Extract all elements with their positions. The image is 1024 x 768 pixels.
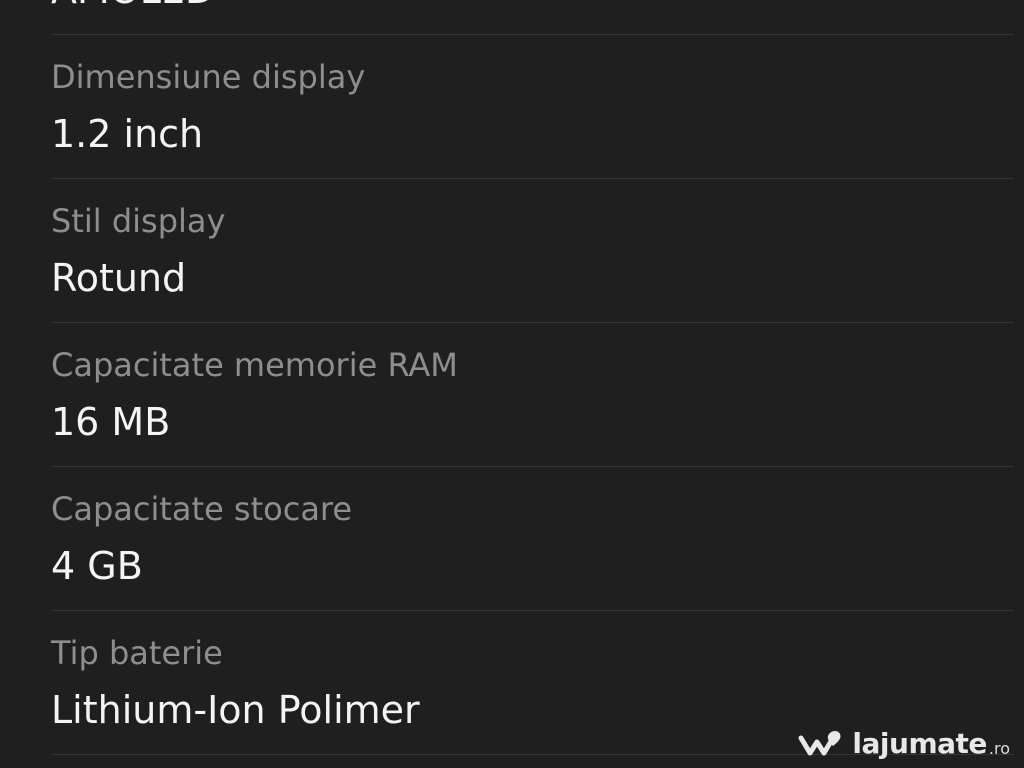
specifications-list: AMOLED Dimensiune display 1.2 inch Stil … <box>51 0 1014 755</box>
spec-sheet-page: AMOLED Dimensiune display 1.2 inch Stil … <box>0 0 1024 768</box>
watermark-brand: lajumate <box>852 727 987 760</box>
spec-value: 4 GB <box>51 544 143 588</box>
spec-row-storage: Capacitate stocare 4 GB <box>51 467 1014 611</box>
spec-label: Tip baterie <box>51 634 223 672</box>
watermark-tld: .ro <box>988 738 1010 758</box>
lajumate-logo-icon <box>798 731 841 756</box>
spec-value: Lithium-Ion Polimer <box>51 688 420 732</box>
spec-row-ram: Capacitate memorie RAM 16 MB <box>51 323 1014 467</box>
spec-row-display-type: AMOLED <box>51 0 1014 35</box>
spec-value: 16 MB <box>51 400 171 444</box>
spec-label: Capacitate memorie RAM <box>51 346 458 384</box>
spec-row-display-style: Stil display Rotund <box>51 179 1014 323</box>
spec-value: Rotund <box>51 256 187 300</box>
spec-label: Capacitate stocare <box>51 490 353 528</box>
lajumate-watermark: lajumate .ro <box>798 728 1010 760</box>
spec-label: Dimensiune display <box>51 58 366 96</box>
spec-value: AMOLED <box>51 0 214 13</box>
spec-row-display-size: Dimensiune display 1.2 inch <box>51 35 1014 179</box>
spec-value: 1.2 inch <box>51 112 204 156</box>
spec-label: Stil display <box>51 202 226 240</box>
